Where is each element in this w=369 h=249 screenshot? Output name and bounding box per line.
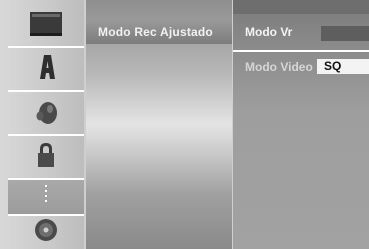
sidebar-item-language[interactable] <box>8 48 84 90</box>
divider <box>233 50 369 52</box>
option-label-modo-video: Modo Video <box>245 60 313 74</box>
letter-a-icon <box>31 52 61 87</box>
panel-top-strip <box>233 0 369 14</box>
speaker-audio-icon <box>31 96 61 131</box>
category-label-modo-rec-ajustado: Modo Rec Ajustado <box>98 25 213 39</box>
icon-sidebar <box>0 0 84 249</box>
settings-category-panel: Modo Rec Ajustado <box>86 0 232 249</box>
settings-options-panel: Modo Vr Modo Video SQ <box>233 0 369 249</box>
modo-video-value-field[interactable]: SQ <box>317 59 369 74</box>
modo-vr-value-field[interactable] <box>321 26 369 41</box>
padlock-icon <box>31 140 61 175</box>
disc-icon <box>33 217 59 248</box>
disc-tray-icon <box>29 9 63 42</box>
sidebar-item-lock[interactable] <box>8 136 84 178</box>
sidebar-item-audio[interactable] <box>8 92 84 134</box>
option-label-modo-vr: Modo Vr <box>245 25 293 39</box>
sidebar-item-disc[interactable] <box>8 216 84 249</box>
sidebar-item-recording[interactable] <box>8 180 84 214</box>
sidebar-item-disc-tray[interactable] <box>8 4 84 46</box>
record-settings-icon <box>43 184 49 211</box>
dvd-setup-menu: Modo Rec Ajustado Modo Vr Modo Video SQ <box>0 0 369 249</box>
